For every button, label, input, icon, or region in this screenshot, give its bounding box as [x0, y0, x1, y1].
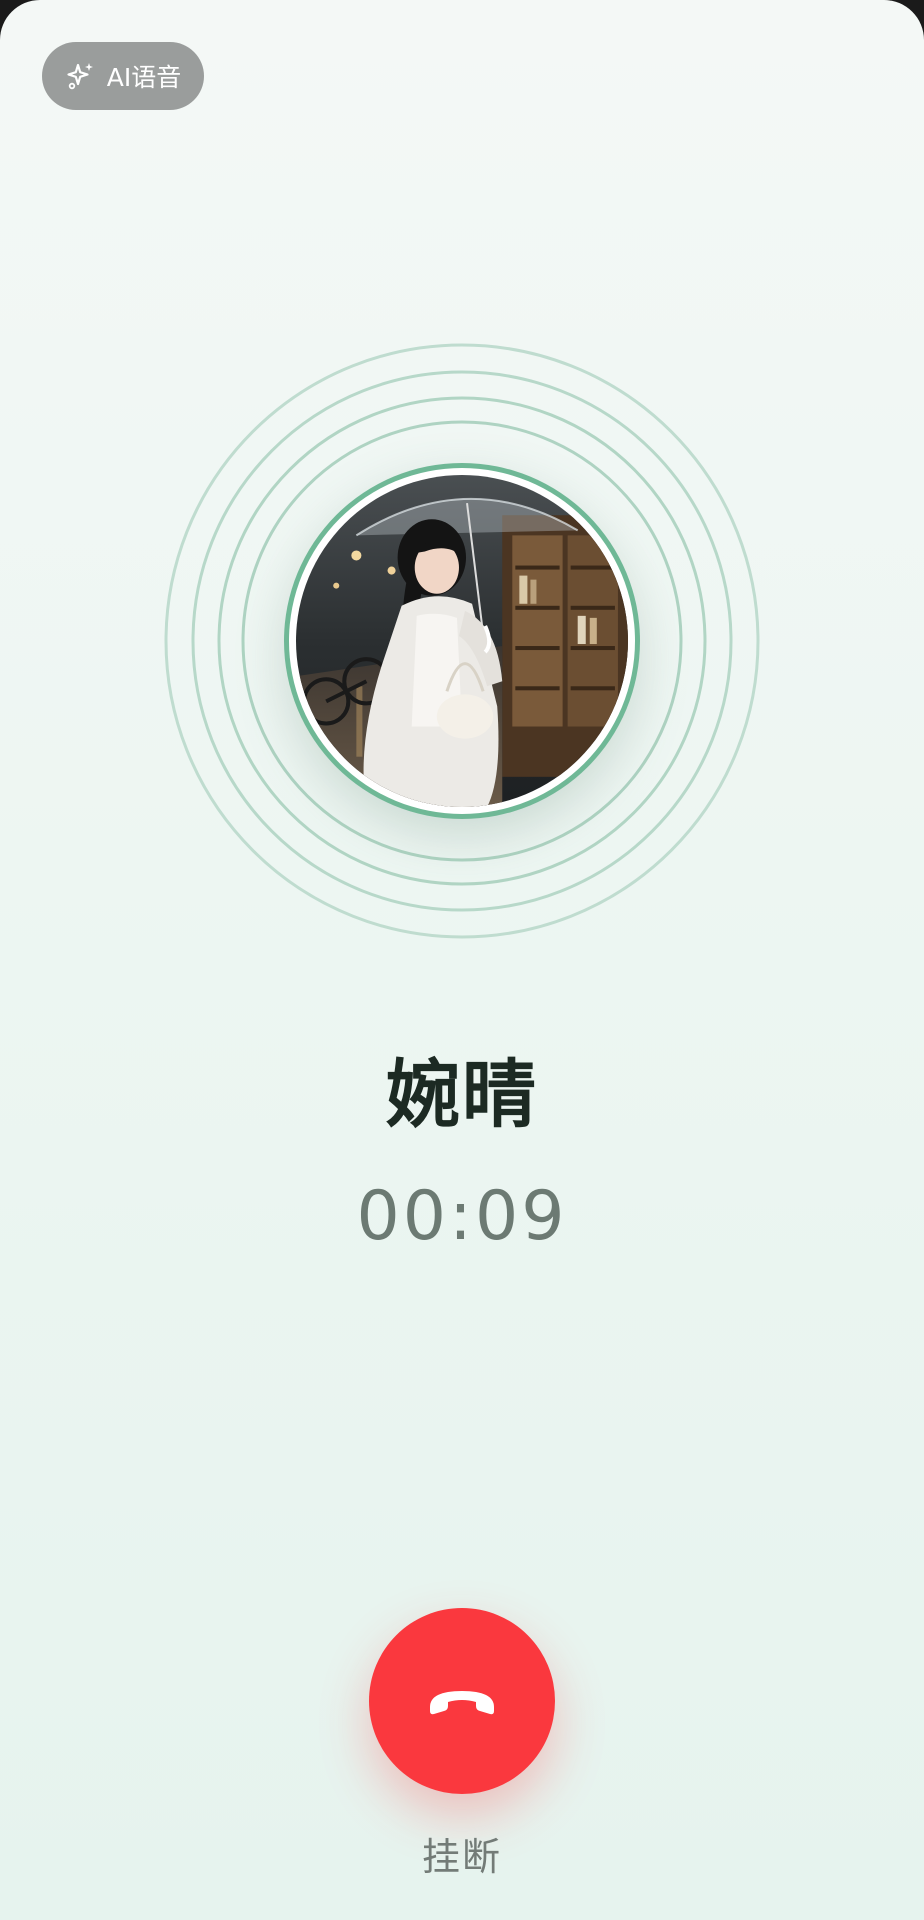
hang-up-button[interactable]	[369, 1608, 555, 1794]
ai-voice-badge[interactable]: AI语音	[42, 42, 204, 110]
call-screen: AI语音 婉晴 00:09 挂断	[0, 0, 924, 1920]
avatar	[296, 475, 628, 807]
hang-up-label: 挂断	[421, 1835, 502, 1879]
call-timer: 00:09	[356, 1177, 568, 1256]
phone-hangup-icon	[430, 1691, 494, 1715]
ai-voice-badge-label: AI语音	[106, 63, 182, 92]
sparkle-icon	[67, 63, 93, 90]
caller-avatar-ring	[284, 463, 640, 819]
caller-name: 婉晴	[386, 1052, 538, 1138]
